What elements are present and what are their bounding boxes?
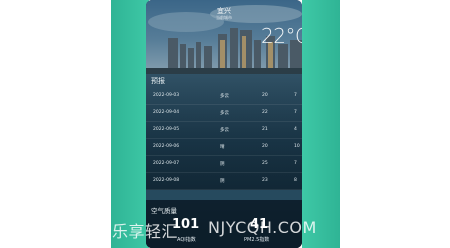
pm25-value: 41 xyxy=(250,217,269,232)
air-quality-title: 空气质量 xyxy=(151,207,177,215)
weather-app-screen: 宜兴 当前城市 22°C 预报 2022-09-03 多云 20 7 2022-… xyxy=(146,0,302,248)
forecast-date: 2022-09-03 xyxy=(153,93,180,98)
city-subtitle: 当前城市 xyxy=(216,15,232,20)
forecast-low: 10 xyxy=(294,144,300,149)
forecast-high: 23 xyxy=(262,178,268,183)
forecast-row: 2022-09-06 晴 20 10 xyxy=(146,139,302,156)
forecast-high: 22 xyxy=(262,110,268,115)
forecast-condition: 多云 xyxy=(220,94,229,99)
forecast-row: 2022-09-03 多云 20 7 xyxy=(146,88,302,105)
forecast-condition: 阴 xyxy=(220,179,225,184)
pm25-label: PM2.5指数 xyxy=(244,237,270,243)
forecast-date: 2022-09-05 xyxy=(153,127,180,132)
forecast-date: 2022-09-04 xyxy=(153,110,180,115)
forecast-row: 2022-09-05 多云 21 4 xyxy=(146,122,302,139)
forecast-low: 7 xyxy=(294,161,297,166)
forecast-row: 2022-09-08 阴 23 8 xyxy=(146,173,302,190)
row-divider xyxy=(146,189,302,190)
forecast-low: 8 xyxy=(294,178,297,183)
aqi-value: 101 xyxy=(172,217,200,232)
forecast-high: 20 xyxy=(262,93,268,98)
forecast-condition: 多云 xyxy=(220,111,229,116)
forecast-date: 2022-09-06 xyxy=(153,144,180,149)
forecast-date: 2022-09-07 xyxy=(153,161,180,166)
forecast-date: 2022-09-08 xyxy=(153,178,180,183)
forecast-low: 7 xyxy=(294,93,297,98)
forecast-low: 4 xyxy=(294,127,297,132)
phone-frame-right xyxy=(302,0,340,248)
current-temperature: 22°C xyxy=(261,24,302,48)
forecast-condition: 晴 xyxy=(220,145,225,150)
aqi-label: AQI指数 xyxy=(177,237,196,243)
forecast-high: 25 xyxy=(262,161,268,166)
forecast-low: 7 xyxy=(294,110,297,115)
phone-frame-left xyxy=(111,0,149,248)
forecast-high: 21 xyxy=(262,127,268,132)
forecast-row: 2022-09-07 阴 25 7 xyxy=(146,156,302,173)
forecast-high: 20 xyxy=(262,144,268,149)
forecast-row: 2022-09-04 多云 22 7 xyxy=(146,105,302,122)
forecast-condition: 阴 xyxy=(220,162,225,167)
forecast-condition: 多云 xyxy=(220,128,229,133)
forecast-title: 预报 xyxy=(151,77,165,85)
